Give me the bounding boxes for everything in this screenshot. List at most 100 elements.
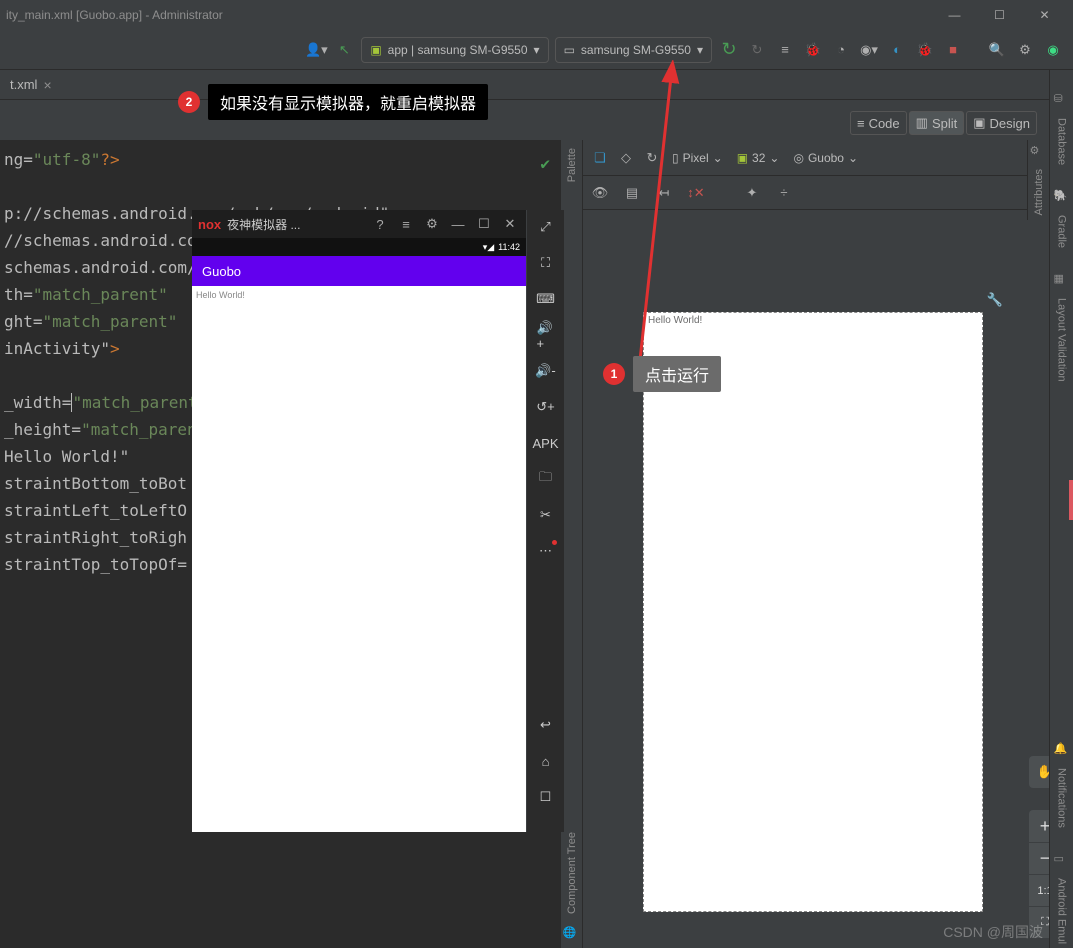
nox-logo: nox	[198, 217, 221, 232]
menu-icon[interactable]: ≡	[396, 217, 416, 232]
main-toolbar: 👤▾ ↖ ▣ app | samsung SM-G9550 ▾ ▭ samsun…	[0, 30, 1073, 70]
shake-icon[interactable]: ↺+	[537, 398, 555, 416]
theme-select[interactable]: ◎ Guobo ⌄	[788, 146, 863, 170]
clock: 11:42	[498, 242, 520, 252]
wifi-icon: ▾◢	[483, 242, 494, 253]
apk-icon[interactable]: APK	[537, 434, 555, 452]
help-icon[interactable]: ?	[370, 217, 390, 232]
attributes-strip[interactable]: ⚙ Attributes	[1027, 140, 1049, 220]
settings-icon[interactable]: ⚙	[1012, 37, 1038, 63]
hammer-icon[interactable]: ↖	[331, 37, 357, 63]
back-icon[interactable]: ↩	[537, 716, 555, 734]
layout-validation-icon[interactable]: ▦	[1054, 272, 1070, 288]
fullscreen-icon[interactable]: ⛶	[537, 254, 555, 272]
viewmode-split-label: Split	[932, 116, 957, 131]
volume-up-icon[interactable]: 🔊+	[537, 326, 555, 344]
expand-icon[interactable]: ⤢	[537, 218, 555, 236]
emulator-icon[interactable]: ▭	[1054, 852, 1070, 868]
folder-icon[interactable]: 🗀	[537, 470, 555, 488]
callout-1-badge: 1	[603, 363, 625, 385]
attach-icon[interactable]: ◉▾	[856, 37, 882, 63]
database-icon[interactable]: ⛁	[1054, 92, 1070, 108]
viewmode-design[interactable]: ▣Design	[966, 111, 1037, 135]
more-icon[interactable]: ⋯	[537, 542, 555, 560]
scroll-marker	[1069, 480, 1073, 520]
volume-down-icon[interactable]: 🔊-	[537, 362, 555, 380]
android-icon: ▣	[370, 43, 381, 57]
callout-1-text: 点击运行	[633, 356, 721, 392]
nox-emulator-window[interactable]: nox 夜神模拟器 ... ? ≡ ⚙ — ☐ ✕ ▾◢ 11:42 Guobo…	[192, 210, 564, 832]
keyboard-icon[interactable]: ⌨	[537, 290, 555, 308]
maximize-button[interactable]: ☐	[977, 0, 1022, 30]
close-button[interactable]: ✕	[1022, 0, 1067, 30]
stop-icon[interactable]: ■	[940, 37, 966, 63]
avatar-icon[interactable]: ◉	[1040, 37, 1066, 63]
window-title: ity_main.xml [Guobo.app] - Administrator	[6, 8, 932, 22]
close-icon[interactable]: ×	[43, 77, 51, 93]
component-tree-label: Component Tree	[566, 832, 578, 914]
status-check-icon: ✔	[540, 150, 550, 177]
debug-icon[interactable]: 🐞	[800, 37, 826, 63]
device-preview[interactable]: Hello World!	[643, 312, 983, 912]
user-icon[interactable]: 👤▾	[303, 37, 329, 63]
theme-label: Guobo	[808, 151, 844, 165]
tab-main-xml[interactable]: t.xml ×	[0, 70, 62, 100]
minimize-icon[interactable]: —	[448, 217, 468, 232]
app-bar: Guobo	[192, 256, 526, 286]
layers-icon[interactable]: ❏	[589, 147, 611, 169]
run-config-dropdown[interactable]: ▣ app | samsung SM-G9550 ▾	[361, 37, 548, 63]
watermark: CSDN @周国波	[943, 922, 1043, 942]
app-title: Guobo	[202, 264, 241, 279]
chevron-down-icon: ▾	[534, 43, 540, 57]
bug-icon[interactable]: 🐞	[912, 37, 938, 63]
gear-icon[interactable]: ⚙	[422, 216, 442, 232]
attributes-label: Attributes	[1033, 169, 1045, 215]
gradle-label[interactable]: Gradle	[1056, 215, 1068, 248]
maximize-icon[interactable]: ☐	[474, 216, 494, 232]
viewmode-split[interactable]: ▥Split	[909, 111, 965, 135]
callout-2-badge: 2	[178, 91, 200, 113]
notifications-label[interactable]: Notifications	[1056, 768, 1068, 828]
layout-validation-label[interactable]: Layout Validation	[1056, 298, 1068, 382]
search-icon[interactable]: 🔍	[984, 37, 1010, 63]
magnet-icon[interactable]: ✦	[741, 182, 763, 204]
run-config-label: app | samsung SM-G9550	[388, 43, 528, 57]
eye-icon[interactable]: 👁	[589, 182, 611, 204]
api-label: 32	[752, 151, 765, 165]
phone-icon: ▭	[564, 43, 575, 57]
viewmode-code-label: Code	[869, 116, 900, 131]
device-dropdown[interactable]: ▭ samsung SM-G9550 ▾	[555, 37, 712, 63]
guides-icon[interactable]: ÷	[773, 182, 795, 204]
api-select[interactable]: ▣ 32 ⌄	[732, 146, 785, 170]
profiler-icon[interactable]: ◐	[884, 37, 910, 63]
hello-world-text: Hello World!	[196, 290, 245, 300]
right-toolwindow-bar: ⛁ Database 🐘 Gradle ▦ Layout Validation …	[1049, 70, 1073, 948]
viewmode-design-label: Design	[990, 116, 1030, 131]
database-label[interactable]: Database	[1056, 118, 1068, 165]
window-titlebar: ity_main.xml [Guobo.app] - Administrator…	[0, 0, 1073, 30]
sliders-icon[interactable]: ⚙	[1030, 144, 1048, 157]
globe-icon: 🌐	[563, 926, 581, 944]
profile-icon[interactable]: ◔	[828, 37, 854, 63]
coverage-icon[interactable]: ≡	[772, 37, 798, 63]
device-label: samsung SM-G9550	[581, 43, 691, 57]
viewmode-code[interactable]: ≡Code	[850, 111, 907, 135]
chevron-down-icon: ▾	[697, 43, 703, 57]
gradle-icon[interactable]: 🐘	[1054, 189, 1070, 205]
scissors-icon[interactable]: ✂	[537, 506, 555, 524]
callout-2-text: 如果没有显示模拟器，就重启模拟器	[208, 84, 488, 120]
bell-icon[interactable]: 🔔	[1054, 742, 1070, 758]
emulator-titlebar[interactable]: nox 夜神模拟器 ... ? ≡ ⚙ — ☐ ✕	[192, 210, 526, 238]
wrench-icon[interactable]: 🔧	[987, 292, 1003, 308]
rerun-icon[interactable]: ↻	[744, 37, 770, 63]
recents-icon[interactable]: ☐	[537, 788, 555, 806]
close-icon[interactable]: ✕	[500, 216, 520, 232]
home-icon[interactable]: ⌂	[537, 752, 555, 770]
callout-1: 1 点击运行	[603, 356, 721, 392]
tab-label: t.xml	[10, 77, 37, 92]
minimize-button[interactable]: —	[932, 0, 977, 30]
palette-label: Palette	[566, 148, 578, 182]
run-icon[interactable]: ↻	[716, 37, 742, 63]
emulator-label[interactable]: Android Emul	[1056, 878, 1068, 944]
app-body[interactable]: Hello World!	[192, 286, 526, 832]
